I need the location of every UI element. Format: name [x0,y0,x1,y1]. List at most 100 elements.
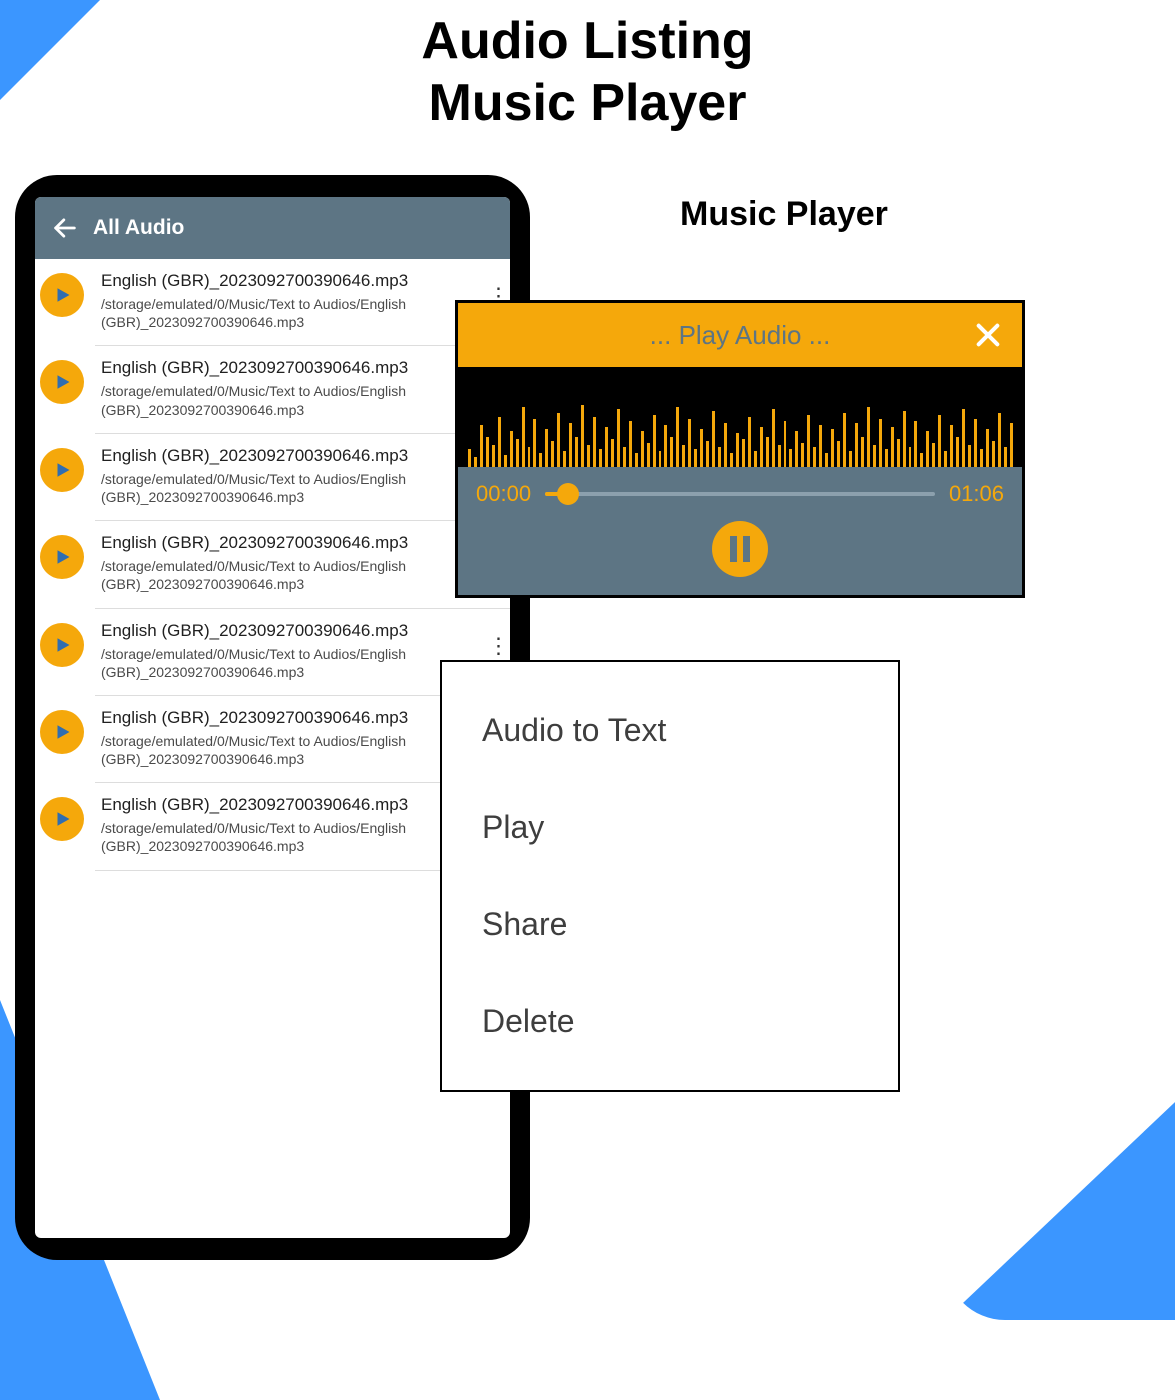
elapsed-time: 00:00 [476,481,531,507]
duration-time: 01:06 [949,481,1004,507]
menu-item-play[interactable]: Play [442,779,898,876]
wave-bar [980,449,983,467]
waveform [458,367,1022,467]
app-bar: All Audio [35,197,510,259]
pause-button[interactable] [712,521,768,577]
list-item-text: English (GBR)_2023092700390646.mp3/stora… [101,533,500,593]
wave-bar [962,409,965,467]
play-icon[interactable] [40,797,84,841]
close-button[interactable] [966,313,1010,357]
wave-bar [575,437,578,467]
wave-bar [718,447,721,467]
wave-bar [480,425,483,467]
wave-bar [629,421,632,467]
wave-bar [599,449,602,467]
bg-shape-bottomright [945,960,1175,1320]
wave-bar [533,419,536,467]
more-button[interactable]: ⋮ [482,631,510,661]
player-header: ... Play Audio ... [458,303,1022,367]
list-item[interactable]: English (GBR)_2023092700390646.mp3/stora… [95,259,510,346]
wave-bar [569,423,572,467]
audio-path: /storage/emulated/0/Music/Text to Audios… [101,470,500,506]
wave-bar [903,411,906,467]
wave-bar [468,449,471,467]
wave-bar [522,407,525,467]
wave-bar [730,453,733,467]
close-icon [972,319,1004,351]
appbar-title: All Audio [93,216,184,240]
page-title: Audio Listing Music Player [0,10,1175,135]
music-player-card: ... Play Audio ... 00:00 01:06 [455,300,1025,598]
wave-bar [932,443,935,467]
wave-bar [813,447,816,467]
play-icon[interactable] [40,360,84,404]
audio-path: /storage/emulated/0/Music/Text to Audios… [101,382,500,418]
wave-bar [861,437,864,467]
menu-item-share[interactable]: Share [442,876,898,973]
wave-bar [944,451,947,467]
wave-bar [664,425,667,467]
wave-bar [593,417,596,467]
wave-bar [819,425,822,467]
back-button[interactable] [45,208,85,248]
menu-item-delete[interactable]: Delete [442,973,898,1070]
wave-bar [926,431,929,467]
wave-bar [1010,423,1013,467]
time-bar: 00:00 01:06 [476,481,1004,507]
wave-bar [659,451,662,467]
seek-track[interactable] [545,492,935,496]
wave-bar [694,449,697,467]
wave-bar [807,415,810,467]
wave-bar [653,415,656,467]
list-item[interactable]: English (GBR)_2023092700390646.mp3/stora… [95,434,510,521]
wave-bar [688,419,691,467]
list-item[interactable]: English (GBR)_2023092700390646.mp3/stora… [95,346,510,433]
page-title-line1: Audio Listing [421,12,753,70]
wave-bar [712,411,715,467]
menu-item-audio-to-text[interactable]: Audio to Text [442,682,898,779]
wave-bar [992,441,995,467]
wave-bar [682,445,685,467]
wave-bar [1004,447,1007,467]
wave-bar [492,445,495,467]
wave-bar [706,441,709,467]
wave-bar [742,439,745,467]
wave-bar [670,437,673,467]
wave-bar [950,425,953,467]
wave-bar [801,443,804,467]
wave-bar [676,407,679,467]
wave-bar [825,453,828,467]
play-icon[interactable] [40,535,84,579]
wave-bar [837,441,840,467]
wave-bar [581,405,584,467]
audio-title: English (GBR)_2023092700390646.mp3 [101,271,500,291]
wave-bar [539,453,542,467]
wave-bar [766,437,769,467]
wave-bar [789,449,792,467]
wave-bar [504,455,507,467]
seek-thumb[interactable] [557,483,579,505]
wave-bar [778,445,781,467]
wave-bar [909,447,912,467]
arrow-left-icon [51,214,79,242]
wave-bar [754,451,757,467]
list-item-text: English (GBR)_2023092700390646.mp3/stora… [101,271,500,331]
wave-bar [873,445,876,467]
play-icon[interactable] [40,273,84,317]
wave-bar [635,453,638,467]
wave-bar [849,451,852,467]
wave-bar [956,437,959,467]
play-icon[interactable] [40,623,84,667]
audio-list: English (GBR)_2023092700390646.mp3/stora… [35,259,510,871]
wave-bar [986,429,989,467]
play-icon[interactable] [40,448,84,492]
list-item[interactable]: English (GBR)_2023092700390646.mp3/stora… [95,521,510,608]
wave-bar [611,439,614,467]
play-icon[interactable] [40,710,84,754]
wave-bar [855,423,858,467]
wave-bar [647,443,650,467]
wave-bar [772,409,775,467]
wave-bar [885,449,888,467]
wave-bar [843,413,846,467]
wave-bar [736,433,739,467]
